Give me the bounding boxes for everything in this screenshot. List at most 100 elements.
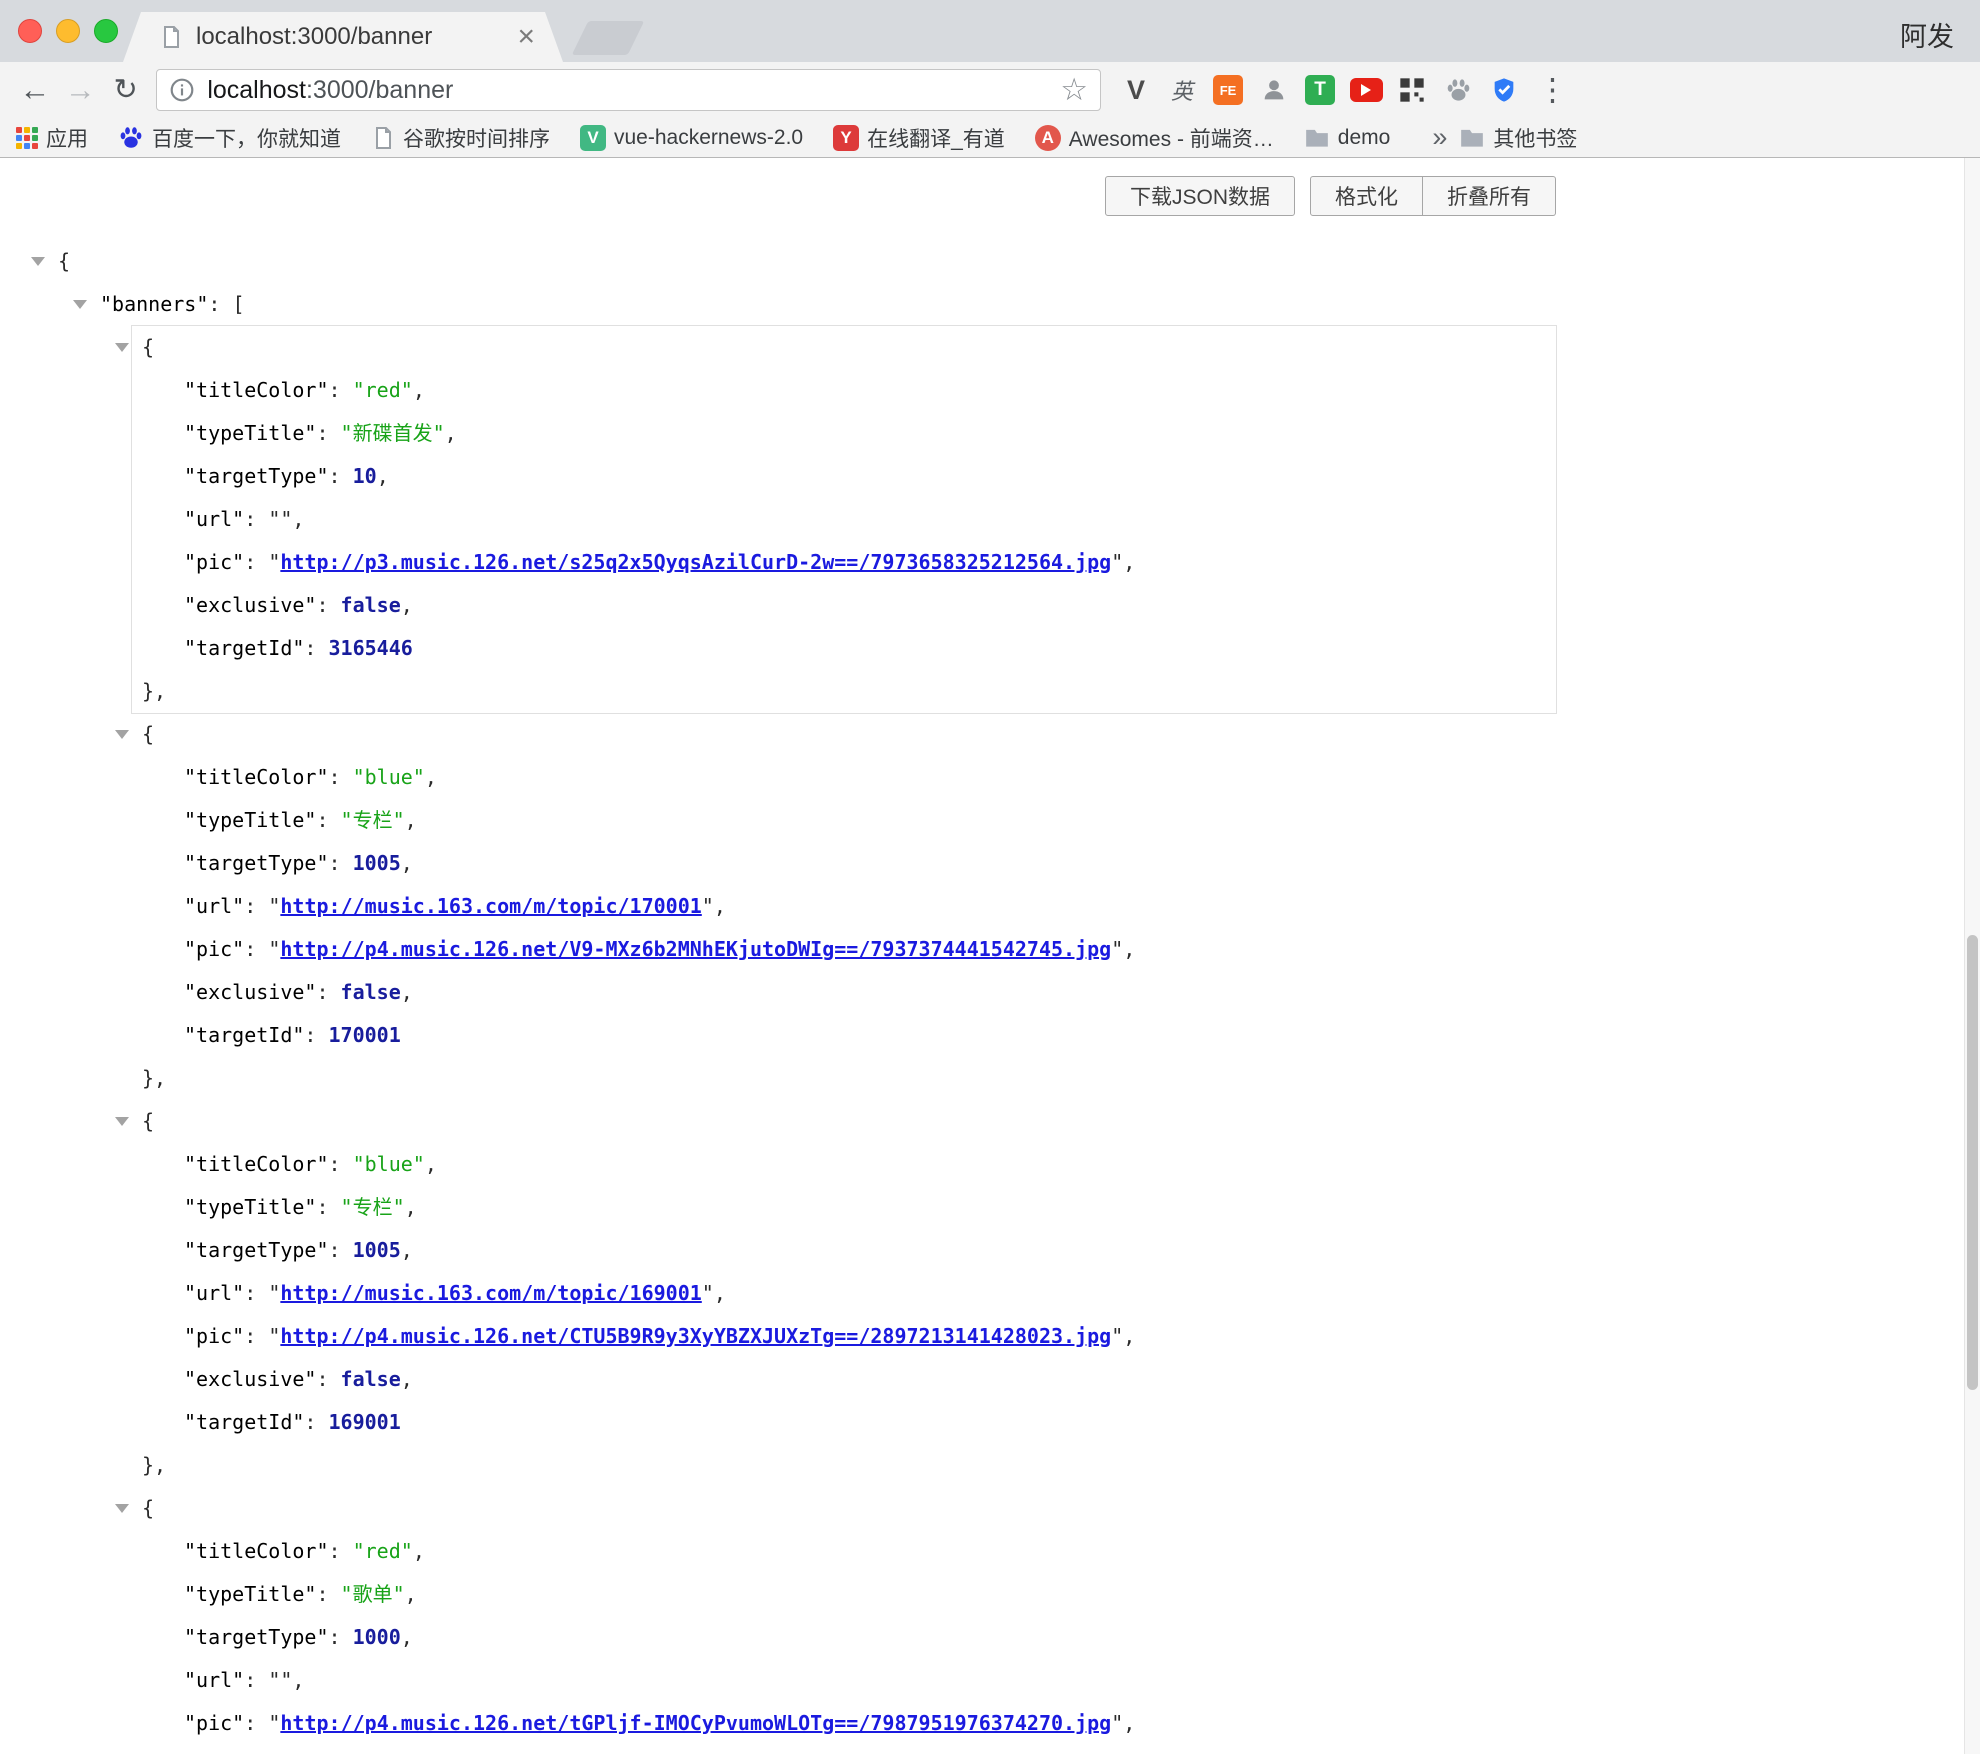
youdao-icon: Y — [833, 125, 859, 151]
json-url-link[interactable]: http://p4.music.126.net/CTU5B9R9y3XyYBZX… — [280, 1324, 1111, 1348]
paw-extension-icon[interactable] — [1441, 73, 1475, 107]
collapse-toggle[interactable] — [115, 730, 129, 739]
json-line: { — [142, 713, 1556, 756]
reload-button[interactable]: ↻ — [103, 67, 148, 113]
json-viewer-toolbar: 下载JSON数据 格式化 折叠所有 — [0, 176, 1556, 216]
browser-tab[interactable]: localhost:3000/banner × — [123, 12, 563, 62]
bookmark-label: Awesomes - 前端资… — [1069, 123, 1274, 153]
profile-name[interactable]: 阿发 — [1900, 15, 1954, 54]
json-line: }, — [142, 1444, 1556, 1487]
json-array-item: {"titleColor": "blue","typeTitle": "专栏",… — [132, 713, 1556, 1100]
json-line: "pic": "http://p4.music.126.net/tGPljf-I… — [184, 1702, 1556, 1745]
security-shield-extension-icon[interactable] — [1487, 73, 1521, 107]
json-line: "titleColor": "red", — [184, 1530, 1556, 1573]
url-host: localhost — [207, 76, 306, 104]
tampermonkey-extension-icon[interactable]: T — [1303, 73, 1337, 107]
bookmark-item-youdao[interactable]: Y 在线翻译_有道 — [833, 123, 1005, 153]
json-line: { — [142, 1100, 1556, 1143]
json-array-item: {"titleColor": "blue","typeTitle": "专栏",… — [132, 1100, 1556, 1487]
json-line: { — [142, 326, 1556, 369]
tab-strip: localhost:3000/banner × 阿发 — [0, 0, 1980, 62]
bookmarks-overflow-chevron[interactable]: » — [1420, 122, 1459, 153]
other-bookmarks[interactable]: 其他书签 — [1459, 123, 1577, 153]
youtube-extension-icon[interactable] — [1349, 73, 1383, 107]
bookmark-label: 百度一下，你就知道 — [152, 123, 341, 153]
bookmark-label: 应用 — [46, 123, 88, 153]
bookmark-star-icon[interactable]: ☆ — [1060, 72, 1088, 108]
baidu-paw-icon — [118, 125, 144, 151]
bookmark-item-baidu[interactable]: 百度一下，你就知道 — [118, 123, 341, 153]
fe-helper-extension-icon[interactable]: FE — [1211, 73, 1245, 107]
json-line: "targetType": 1005, — [184, 1229, 1556, 1272]
vue-icon: V — [580, 125, 606, 151]
collapse-toggle[interactable] — [31, 257, 45, 266]
json-line: "typeTitle": "新碟首发", — [184, 412, 1556, 455]
back-button[interactable]: ← — [12, 67, 57, 113]
json-line: "targetType": 10, — [184, 455, 1556, 498]
collapse-toggle[interactable] — [115, 1117, 129, 1126]
minimize-window-button[interactable] — [56, 19, 80, 43]
json-array-item: {"titleColor": "red","typeTitle": "歌单","… — [132, 1487, 1556, 1754]
bookmark-label: 谷歌按时间排序 — [403, 123, 550, 153]
format-collapse-group: 格式化 折叠所有 — [1310, 176, 1556, 216]
json-line: "targetId": 3165446 — [184, 627, 1556, 670]
tab-title: localhost:3000/banner — [196, 23, 517, 51]
browser-menu-button[interactable]: ⋮ — [1537, 72, 1568, 108]
window-controls — [18, 19, 118, 43]
json-line: { — [142, 1487, 1556, 1530]
collapse-all-button[interactable]: 折叠所有 — [1423, 176, 1556, 216]
json-line: "targetId": 170001 — [184, 1014, 1556, 1057]
json-line: "typeTitle": "歌单", — [184, 1573, 1556, 1616]
forward-button[interactable]: → — [57, 67, 102, 113]
browser-toolbar: ← → ↻ localhost:3000/banner ☆ V 英 FE T — [0, 62, 1980, 118]
zoom-window-button[interactable] — [94, 19, 118, 43]
page-icon — [371, 126, 395, 150]
json-line: }, — [142, 1057, 1556, 1100]
bookmark-item-awesomes[interactable]: A Awesomes - 前端资… — [1035, 123, 1274, 153]
json-line: { — [58, 240, 1556, 283]
new-tab-button[interactable] — [572, 21, 645, 55]
folder-icon — [1459, 125, 1485, 151]
json-url-link[interactable]: http://music.163.com/m/topic/170001 — [280, 894, 701, 918]
scrollbar-thumb[interactable] — [1967, 935, 1978, 1390]
json-url-link[interactable]: http://p4.music.126.net/tGPljf-IMOCyPvum… — [280, 1711, 1111, 1735]
apps-grid-icon — [16, 127, 38, 149]
collapse-toggle[interactable] — [115, 343, 129, 352]
json-line: "pic": "http://p4.music.126.net/V9-MXz6b… — [184, 928, 1556, 971]
format-button[interactable]: 格式化 — [1310, 176, 1423, 216]
qr-code-extension-icon[interactable] — [1395, 73, 1429, 107]
url-path: :3000/banner — [306, 76, 453, 104]
json-line: "exclusive": false — [184, 1745, 1556, 1754]
extension-icons: V 英 FE T — [1119, 73, 1521, 107]
collapse-toggle[interactable] — [115, 1504, 129, 1513]
json-url-link[interactable]: http://music.163.com/m/topic/169001 — [280, 1281, 701, 1305]
fe-helper-glyph: FE — [1213, 75, 1243, 105]
json-line: "titleColor": "red", — [184, 369, 1556, 412]
vimium-extension-icon[interactable]: V — [1119, 73, 1153, 107]
bookmark-label: vue-hackernews-2.0 — [614, 126, 803, 150]
translator-extension-icon[interactable]: 英 — [1165, 73, 1199, 107]
close-window-button[interactable] — [18, 19, 42, 43]
json-array-item: {"titleColor": "red","typeTitle": "新碟首发"… — [132, 326, 1556, 713]
json-line: "targetId": 169001 — [184, 1401, 1556, 1444]
json-line: "titleColor": "blue", — [184, 756, 1556, 799]
download-json-button[interactable]: 下载JSON数据 — [1105, 176, 1295, 216]
account-extension-icon[interactable] — [1257, 73, 1291, 107]
json-url-link[interactable]: http://p4.music.126.net/V9-MXz6b2MNhEKju… — [280, 937, 1111, 961]
json-line: "targetType": 1000, — [184, 1616, 1556, 1659]
bookmark-item-demo[interactable]: demo — [1304, 125, 1391, 151]
vimium-glyph: V — [1127, 75, 1145, 106]
json-tree: {"banners": [{"titleColor": "red","typeT… — [58, 240, 1556, 1754]
json-url-link[interactable]: http://p3.music.126.net/s25q2x5QyqsAzilC… — [280, 550, 1111, 574]
page-scrollbar[interactable] — [1964, 158, 1980, 1754]
tab-close-icon[interactable]: × — [517, 22, 535, 52]
bookmark-item-vue-hackernews[interactable]: V vue-hackernews-2.0 — [580, 125, 803, 151]
bookmark-item-apps[interactable]: 应用 — [16, 123, 88, 153]
page-info-icon[interactable] — [169, 77, 195, 103]
collapse-toggle[interactable] — [73, 300, 87, 309]
json-line: "url": "", — [184, 1659, 1556, 1702]
bookmark-label: 在线翻译_有道 — [867, 123, 1005, 153]
bookmark-item-google-sort[interactable]: 谷歌按时间排序 — [371, 123, 550, 153]
json-line: "pic": "http://p4.music.126.net/CTU5B9R9… — [184, 1315, 1556, 1358]
address-bar[interactable]: localhost:3000/banner ☆ — [156, 69, 1101, 111]
